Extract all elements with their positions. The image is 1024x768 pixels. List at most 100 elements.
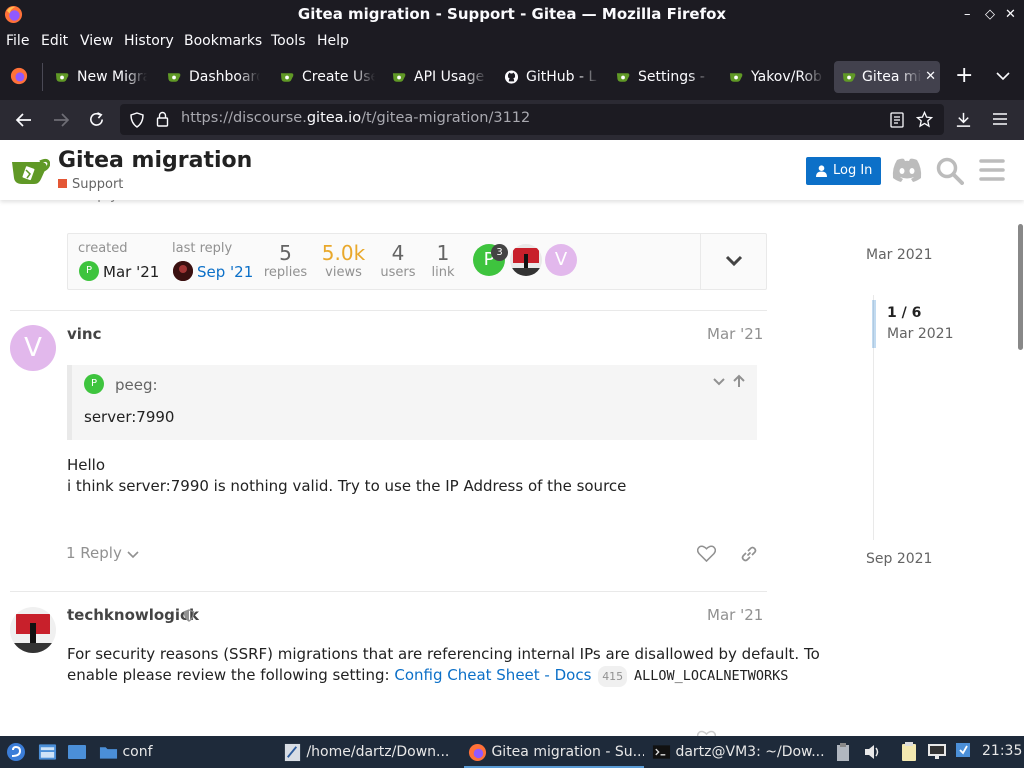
network-icon[interactable] <box>927 743 947 761</box>
reader-view-icon[interactable] <box>890 112 904 128</box>
close-window-button[interactable]: ✕ <box>1005 0 1016 29</box>
timeline-position-date: Mar 2021 <box>887 326 954 342</box>
back-arrow-icon[interactable] <box>15 112 33 128</box>
avatar-image-icon <box>10 607 56 653</box>
taskbar-item-firefox[interactable]: Gitea migration - Su... <box>464 736 644 768</box>
reload-icon[interactable] <box>88 111 105 128</box>
replies-toggle[interactable]: 1 Reply <box>66 544 139 562</box>
link-icon[interactable] <box>740 545 758 563</box>
post-author-name[interactable]: vinc <box>67 325 102 343</box>
menu-file[interactable]: File <box>6 33 29 49</box>
avatar-last-reply[interactable] <box>173 261 193 281</box>
discourse-header: Gitea migration Support Log In <box>0 140 1024 200</box>
category-badge[interactable]: Support <box>58 177 123 192</box>
quote-avatar-peeg[interactable]: P <box>84 374 104 394</box>
firefox-view-icon[interactable] <box>10 67 28 85</box>
post-body-line-2: enable please review the following setti… <box>67 665 788 687</box>
gitea-logo-icon[interactable] <box>10 154 50 186</box>
post-author-name[interactable]: techknowlogick <box>67 606 199 624</box>
url-bar[interactable]: https://discourse.gitea.io/t/gitea-migra… <box>120 104 944 135</box>
clipboard-icon[interactable] <box>836 742 850 762</box>
last-reply-label: last reply <box>172 241 233 256</box>
desktop-icon[interactable] <box>67 744 87 760</box>
download-icon[interactable] <box>955 111 972 128</box>
clock[interactable]: 21:35 <box>982 743 1022 759</box>
new-tab-button[interactable]: + <box>955 65 973 87</box>
github-icon <box>504 70 519 84</box>
taskbar-item-editor[interactable]: /home/dartz/Down... <box>283 736 461 768</box>
quote-author[interactable]: peeg: <box>115 376 158 394</box>
config-cheat-sheet-link[interactable]: Config Cheat Sheet - Docs <box>394 666 591 684</box>
hamburger-menu-icon[interactable] <box>992 112 1008 126</box>
login-button[interactable]: Log In <box>806 157 881 185</box>
tab-new-migration[interactable]: New Migra <box>55 61 147 93</box>
lock-icon[interactable] <box>156 111 169 127</box>
user-icon <box>816 165 827 177</box>
taskbar-item-label: /home/dartz/Down... <box>306 744 450 760</box>
hamburger-icon[interactable] <box>979 158 1005 182</box>
shield-icon[interactable] <box>130 112 144 128</box>
timeline-bottom-date[interactable]: Sep 2021 <box>866 551 932 567</box>
participant-avatar-techknowlogick[interactable] <box>510 244 542 276</box>
chevron-down-icon[interactable] <box>712 376 726 388</box>
window-titlebar: Gitea migration - Support - Gitea — Mozi… <box>0 0 1024 29</box>
maximize-button[interactable]: ◇ <box>985 0 995 29</box>
list-all-tabs-icon[interactable] <box>996 71 1010 81</box>
timeline-handle[interactable] <box>872 300 876 348</box>
page-scrollbar[interactable] <box>1018 224 1023 350</box>
start-menu-icon[interactable] <box>6 742 26 762</box>
menu-bookmarks[interactable]: Bookmarks <box>184 33 262 49</box>
links-label: link <box>431 265 455 280</box>
post-body-line-1: Hello <box>67 456 106 474</box>
firefox-icon <box>468 743 487 761</box>
terminal-icon <box>652 745 671 759</box>
arrow-up-icon[interactable] <box>732 374 746 388</box>
menu-history[interactable]: History <box>124 33 174 49</box>
gitea-icon <box>392 73 406 82</box>
tab-divider <box>42 63 43 91</box>
post-date[interactable]: Mar '21 <box>707 606 763 624</box>
volume-icon[interactable] <box>863 743 881 761</box>
file-manager-icon[interactable] <box>38 743 57 761</box>
tab-yakov-rob[interactable]: Yakov/Rob <box>729 61 824 93</box>
views-label: views <box>325 265 362 280</box>
menu-edit[interactable]: Edit <box>41 33 68 49</box>
gitea-icon <box>729 73 743 82</box>
taskbar-item-conf[interactable]: conf <box>99 736 159 768</box>
tab-dashboard[interactable]: Dashboard <box>167 61 260 93</box>
timeline-top-date[interactable]: Mar 2021 <box>866 247 933 263</box>
bookmark-star-icon[interactable] <box>916 111 933 128</box>
post-body-text: enable please review the following setti… <box>67 666 390 684</box>
minimize-button[interactable]: – <box>964 0 971 29</box>
participant-avatar-vinc[interactable]: V <box>545 244 577 276</box>
chevron-down-icon[interactable] <box>725 254 743 268</box>
topic-title[interactable]: Gitea migration <box>58 148 252 173</box>
tab-settings[interactable]: Settings - <box>616 61 711 93</box>
menu-bar: File Edit View History Bookmarks Tools H… <box>0 29 1024 53</box>
tab-api-usage[interactable]: API Usage <box>392 61 487 93</box>
notes-icon[interactable] <box>900 742 918 762</box>
forward-arrow-icon[interactable] <box>52 112 70 128</box>
summary-divider <box>700 234 701 289</box>
discord-icon[interactable] <box>891 157 923 183</box>
post-avatar-techknowlogick[interactable] <box>10 607 56 653</box>
post-avatar-vinc[interactable]: V <box>10 325 56 371</box>
menu-tools[interactable]: Tools <box>271 33 306 49</box>
tab-github[interactable]: GitHub - L <box>504 61 599 93</box>
last-reply-date[interactable]: Sep '21 <box>197 263 253 281</box>
url-text[interactable]: https://discourse.gitea.io/t/gitea-migra… <box>181 110 530 126</box>
tab-gitea-migration[interactable]: Gitea mi ✕ <box>834 61 940 93</box>
inline-code: ALLOW_LOCALNETWORKS <box>633 668 789 684</box>
menu-view[interactable]: View <box>80 33 113 49</box>
menu-help[interactable]: Help <box>317 33 349 49</box>
close-tab-icon[interactable]: ✕ <box>925 61 936 93</box>
update-notifier-icon[interactable] <box>955 742 971 758</box>
taskbar: conf /home/dartz/Down... Gitea migration… <box>0 736 1024 768</box>
taskbar-item-terminal[interactable]: dartz@VM3: ~/Dow... <box>652 736 830 768</box>
search-icon[interactable] <box>936 157 964 185</box>
avatar-peeg[interactable]: P <box>79 261 99 281</box>
folder-icon <box>99 747 118 759</box>
heart-icon[interactable] <box>697 545 716 562</box>
tab-create-user[interactable]: Create Use <box>280 61 375 93</box>
post-date[interactable]: Mar '21 <box>707 325 763 343</box>
